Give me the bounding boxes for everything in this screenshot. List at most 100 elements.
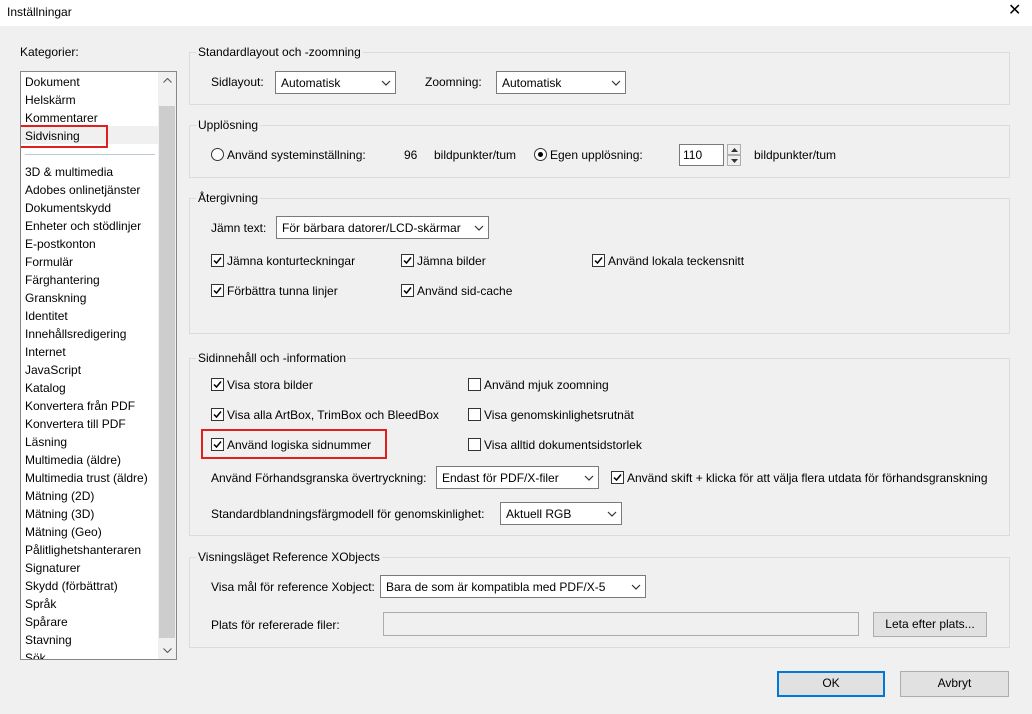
transparency-grid-label[interactable]: Visa genomskinlighetsrutnät <box>484 408 634 422</box>
system-setting-label[interactable]: Använd systeminställning: <box>227 148 366 162</box>
category-item[interactable]: Konvertera till PDF <box>25 415 126 433</box>
category-item[interactable]: Språk <box>25 595 56 613</box>
local-fonts-checkbox[interactable] <box>592 254 605 267</box>
custom-resolution-radio[interactable] <box>534 148 547 161</box>
local-fonts-label[interactable]: Använd lokala teckensnitt <box>608 254 744 268</box>
smooth-text-dropdown[interactable]: För bärbara datorer/LCD-skärmar <box>276 216 489 239</box>
file-location-input[interactable] <box>383 612 859 636</box>
smooth-line-art-label[interactable]: Jämna konturteckningar <box>227 254 355 268</box>
file-location-label: Plats för refererade filer: <box>211 618 340 632</box>
category-item[interactable]: Internet <box>25 343 66 361</box>
group-title-layout-zoom: Standardlayout och -zoomning <box>196 45 363 59</box>
category-item[interactable]: Innehållsredigering <box>25 325 126 343</box>
category-item[interactable]: Mätning (3D) <box>25 505 94 523</box>
blend-label: Standardblandningsfärgmodell för genomsk… <box>211 507 485 521</box>
category-item[interactable]: Multimedia (äldre) <box>25 451 121 469</box>
list-scrollbar[interactable] <box>158 72 176 659</box>
large-images-label[interactable]: Visa stora bilder <box>227 378 313 392</box>
category-item[interactable]: Stavning <box>25 631 72 649</box>
custom-resolution-label[interactable]: Egen upplösning: <box>550 148 643 162</box>
zoom-value: Automatisk <box>502 76 562 90</box>
smooth-zoom-label[interactable]: Använd mjuk zoomning <box>484 378 609 392</box>
title-bar <box>0 0 1032 26</box>
smooth-zoom-checkbox[interactable] <box>468 378 481 391</box>
show-targets-value: Bara de som är kompatibla med PDF/X-5 <box>386 580 606 594</box>
category-item[interactable]: Dokumentskydd <box>25 199 111 217</box>
system-setting-radio[interactable] <box>211 148 224 161</box>
smooth-text-label: Jämn text: <box>211 221 267 235</box>
show-targets-label: Visa mål för reference Xobject: <box>211 580 375 594</box>
shift-click-label[interactable]: Använd skift + klicka för att välja fler… <box>627 471 988 485</box>
scroll-down-icon[interactable] <box>158 642 176 659</box>
chevron-down-icon <box>603 503 621 524</box>
window-title: Inställningar <box>7 5 72 19</box>
page-cache-checkbox[interactable] <box>401 284 414 297</box>
always-show-size-checkbox[interactable] <box>468 438 481 451</box>
category-item-helskarm[interactable]: Helskärm <box>25 91 76 109</box>
scroll-up-icon[interactable] <box>158 72 176 89</box>
category-item[interactable]: Formulär <box>25 253 73 271</box>
category-item[interactable]: Pålitlighetshanteraren <box>25 541 141 559</box>
custom-resolution-input[interactable]: 110 <box>679 144 724 166</box>
category-item[interactable]: E-postkonton <box>25 235 96 253</box>
category-item[interactable]: Mätning (Geo) <box>25 523 102 541</box>
chevron-down-icon <box>377 72 395 93</box>
shift-click-checkbox[interactable] <box>611 471 624 484</box>
ok-button[interactable]: OK <box>777 671 885 697</box>
group-title-page-content: Sidinnehåll och -information <box>196 351 349 365</box>
category-item[interactable]: JavaScript <box>25 361 81 379</box>
category-item[interactable]: Läsning <box>25 433 67 451</box>
page-layout-value: Automatisk <box>281 76 341 90</box>
categories-list[interactable]: Dokument Helskärm Kommentarer Sidvisning… <box>20 71 177 660</box>
artbox-label[interactable]: Visa alla ArtBox, TrimBox och BleedBox <box>227 408 439 422</box>
category-item[interactable]: Identitet <box>25 307 68 325</box>
show-targets-dropdown[interactable]: Bara de som är kompatibla med PDF/X-5 <box>380 575 646 598</box>
highlight-box-sidvisning <box>21 125 108 148</box>
overprint-label: Använd Förhandsgranska övertryckning: <box>211 471 427 485</box>
category-item[interactable]: Enheter och stödlinjer <box>25 217 141 235</box>
smooth-images-label[interactable]: Jämna bilder <box>417 254 486 268</box>
page-layout-dropdown[interactable]: Automatisk <box>275 71 396 94</box>
category-item[interactable]: Konvertera från PDF <box>25 397 135 415</box>
scroll-thumb[interactable] <box>159 106 175 638</box>
category-item[interactable]: Färghantering <box>25 271 100 289</box>
artbox-checkbox[interactable] <box>211 408 224 421</box>
category-item[interactable]: Spårare <box>25 613 68 631</box>
group-title-resolution: Upplösning <box>196 118 261 132</box>
close-icon[interactable]: ✕ <box>1008 2 1021 20</box>
overprint-value: Endast för PDF/X-filer <box>442 471 559 485</box>
blend-value: Aktuell RGB <box>506 507 572 521</box>
resolution-unit-1: bildpunkter/tum <box>434 148 517 162</box>
smooth-images-checkbox[interactable] <box>401 254 414 267</box>
zoom-label: Zoomning: <box>425 75 482 89</box>
spin-down-button[interactable] <box>727 155 741 166</box>
category-item[interactable]: Katalog <box>25 379 66 397</box>
smooth-text-value: För bärbara datorer/LCD-skärmar <box>282 221 461 235</box>
category-item[interactable]: 3D & multimedia <box>25 163 113 181</box>
cancel-button[interactable]: Avbryt <box>900 671 1009 697</box>
enhance-thin-lines-checkbox[interactable] <box>211 284 224 297</box>
enhance-thin-lines-label[interactable]: Förbättra tunna linjer <box>227 284 338 298</box>
category-item[interactable]: Adobes onlinetjänster <box>25 181 140 199</box>
transparency-grid-checkbox[interactable] <box>468 408 481 421</box>
category-item[interactable]: Mätning (2D) <box>25 487 94 505</box>
category-item[interactable]: Granskning <box>25 289 86 307</box>
blend-dropdown[interactable]: Aktuell RGB <box>500 502 622 525</box>
spin-up-button[interactable] <box>727 144 741 155</box>
category-item[interactable]: Sök <box>25 649 46 659</box>
page-cache-label[interactable]: Använd sid-cache <box>417 284 512 298</box>
chevron-down-icon <box>607 72 625 93</box>
large-images-checkbox[interactable] <box>211 378 224 391</box>
resolution-unit-2: bildpunkter/tum <box>754 148 837 162</box>
browse-button[interactable]: Leta efter plats... <box>873 612 987 637</box>
category-item[interactable]: Multimedia trust (äldre) <box>25 469 148 487</box>
category-item[interactable]: Signaturer <box>25 559 80 577</box>
list-separator <box>25 154 155 155</box>
zoom-dropdown[interactable]: Automatisk <box>496 71 626 94</box>
overprint-dropdown[interactable]: Endast för PDF/X-filer <box>436 466 599 489</box>
smooth-line-art-checkbox[interactable] <box>211 254 224 267</box>
category-item-dokument[interactable]: Dokument <box>25 73 80 91</box>
category-item[interactable]: Skydd (förbättrat) <box>25 577 118 595</box>
highlight-box-logical-page-numbers <box>201 429 387 459</box>
always-show-size-label[interactable]: Visa alltid dokumentsidstorlek <box>484 438 642 452</box>
